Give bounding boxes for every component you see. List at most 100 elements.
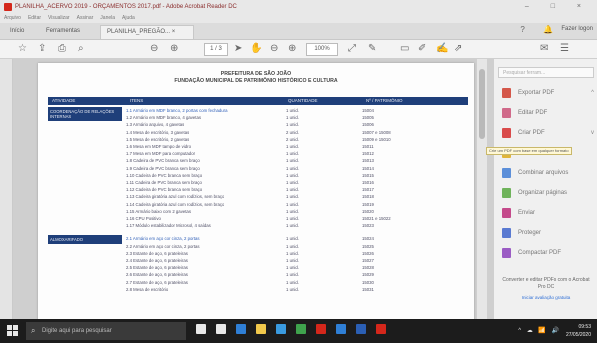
cell-quantity: 1 unid. bbox=[286, 165, 299, 171]
pdf-page: PREFEITURA DE SÃO JOÃO FUNDAÇÃO MUNICIPA… bbox=[38, 63, 474, 319]
document-title-1: PREFEITURA DE SÃO JOÃO bbox=[220, 71, 292, 77]
menu-item[interactable]: Visualizar bbox=[48, 15, 70, 21]
window-controls[interactable]: – □ × bbox=[525, 0, 591, 14]
menu-item[interactable]: Assinar bbox=[77, 15, 94, 21]
hand-icon[interactable]: ✋ bbox=[250, 42, 262, 56]
sign-icon[interactable]: ✍ bbox=[436, 42, 448, 56]
chrome-icon[interactable] bbox=[296, 324, 306, 334]
cell-quantity: 1 unid. bbox=[286, 187, 299, 193]
task-view-icon[interactable] bbox=[216, 324, 226, 334]
cell-quantity: 1 unid. bbox=[286, 122, 299, 128]
store-icon[interactable] bbox=[276, 324, 286, 334]
menu-item[interactable]: Editar bbox=[28, 15, 41, 21]
tab-home[interactable]: Início bbox=[4, 25, 30, 38]
cell-patrimony: 15009 e 15010 bbox=[362, 136, 391, 142]
cell-item: 2.5 Estante de aço, 6 prateleiras bbox=[126, 265, 188, 271]
help-notification-icons[interactable]: ? 🔔 bbox=[520, 25, 561, 34]
system-tray[interactable]: ^ ☁ 📶 🔊 bbox=[518, 319, 561, 343]
menu-item[interactable]: Janela bbox=[100, 15, 115, 21]
compress-icon bbox=[502, 248, 511, 258]
pen-icon[interactable]: ✐ bbox=[418, 42, 426, 56]
zoom-out-icon[interactable]: ⊖ bbox=[150, 42, 158, 56]
cell-quantity: 1 unid. bbox=[286, 208, 299, 214]
tool-export-pdf[interactable]: Exportar PDF ^ bbox=[502, 87, 596, 101]
left-nav-strip[interactable] bbox=[0, 59, 13, 319]
table-row: 1.12 Cadeira de PVC branca sem braço 1 un… bbox=[126, 186, 468, 193]
zoom-field[interactable]: 100% bbox=[306, 43, 338, 56]
cell-item: 1.14 Cadeira giratória azul com rodízios… bbox=[126, 201, 225, 207]
cell-patrimony: 15004 bbox=[362, 108, 374, 113]
table-row: 1.5 Mesa de escritório, 2 gavetas 2 unid.… bbox=[126, 136, 468, 143]
star-icon[interactable]: ☆ bbox=[18, 42, 27, 56]
cell-patrimony: 15011 bbox=[362, 144, 374, 149]
mail-icon[interactable] bbox=[336, 324, 346, 334]
tool-edit-pdf[interactable]: Editar PDF bbox=[502, 107, 596, 121]
tab-tools[interactable]: Ferramentas bbox=[40, 25, 86, 38]
organize-icon bbox=[502, 188, 511, 198]
cell-item: 2.4 Estante de aço, 6 prateleiras bbox=[126, 258, 188, 263]
table-row: 1.14 Cadeira giratória azul com rodízios… bbox=[126, 201, 468, 208]
minus-icon[interactable]: ⊖ bbox=[270, 42, 278, 56]
fit-icon[interactable]: ⤢ bbox=[348, 42, 356, 56]
tool-protect[interactable]: Proteger bbox=[502, 227, 596, 241]
document-area: PREFEITURA DE SÃO JOÃO FUNDAÇÃO MUNICIPA… bbox=[0, 59, 493, 319]
page-number-field[interactable]: 1 / 3 bbox=[204, 43, 228, 56]
cortana-icon[interactable] bbox=[196, 324, 206, 334]
cell-patrimony: 15005 bbox=[362, 115, 374, 121]
chevron-icon[interactable]: ^ bbox=[591, 87, 594, 99]
menu-item[interactable]: Arquivo bbox=[4, 15, 21, 21]
share-icon[interactable]: ⇗ bbox=[454, 42, 462, 56]
panel-icon[interactable]: ☰ bbox=[560, 42, 569, 56]
cell-quantity: 1 unid. bbox=[286, 258, 299, 263]
table-row: 1.11 Cadeira de PVC branca sem braço 1 un… bbox=[126, 179, 468, 186]
word-icon[interactable] bbox=[356, 324, 366, 334]
plus-icon[interactable]: ⊕ bbox=[288, 42, 296, 56]
cell-patrimony: 15021 e 15022 bbox=[362, 216, 391, 221]
pointer-icon[interactable]: ➤ bbox=[234, 42, 242, 56]
print-icon[interactable]: ⎙ bbox=[58, 42, 66, 56]
cell-item: 2.6 Estante de aço, 6 prateleiras bbox=[126, 272, 188, 278]
windows-taskbar: ⌕ Digite aqui para pesquisar ^ ☁ 📶 🔊 09:… bbox=[0, 319, 597, 343]
edge-icon[interactable] bbox=[236, 324, 246, 334]
menu-item[interactable]: Ajuda bbox=[122, 15, 135, 21]
tool-organize[interactable]: Organizar páginas bbox=[502, 187, 596, 201]
pdf-icon[interactable] bbox=[376, 324, 386, 334]
cell-patrimony: 15030 bbox=[362, 279, 374, 285]
cell-item: 2.2 Armário em aço cor cinza, 2 portas bbox=[126, 243, 200, 249]
chevron-icon[interactable]: v bbox=[591, 127, 594, 139]
search-icon[interactable]: ⌕ bbox=[78, 42, 84, 56]
tool-combine[interactable]: Combinar arquivos bbox=[502, 167, 596, 181]
comment-bubble-icon[interactable]: ▭ bbox=[400, 42, 409, 56]
tool-create-pdf[interactable]: Criar PDF v bbox=[502, 127, 596, 141]
explorer-icon[interactable] bbox=[256, 324, 266, 334]
combine-icon bbox=[502, 168, 511, 178]
comment-icon[interactable]: ✎ bbox=[368, 42, 376, 56]
table-row: 1.15 Armário baixo com 2 gavetas 1 unid. 1… bbox=[126, 208, 468, 215]
cell-item: 1.12 Cadeira de PVC branca sem braço bbox=[126, 187, 203, 193]
tools-search-input[interactable]: Pesquisar ferram... bbox=[498, 67, 594, 78]
tool-send[interactable]: Enviar bbox=[502, 207, 596, 221]
table-row: 2.3 Estante de aço, 6 prateleiras 1 unid.… bbox=[126, 250, 468, 257]
promo-link[interactable]: Iniciar avaliação gratuita bbox=[500, 295, 592, 300]
acrobat-icon[interactable] bbox=[316, 324, 326, 334]
windows-start-icon[interactable] bbox=[7, 325, 18, 336]
tab-bar: Início Ferramentas PLANILHA_PREGÃO... × … bbox=[0, 23, 597, 40]
scrollbar-thumb[interactable] bbox=[479, 69, 485, 139]
tool-compress[interactable]: Compactar PDF bbox=[502, 247, 596, 261]
taskbar-search[interactable]: ⌕ Digite aqui para pesquisar bbox=[26, 322, 186, 340]
cell-patrimony: 15017 bbox=[362, 187, 374, 193]
clock[interactable]: 09:53 27/05/2020 bbox=[566, 323, 591, 339]
zoom-in-icon[interactable]: ⊕ bbox=[170, 42, 178, 56]
upload-icon[interactable]: ⇪ bbox=[38, 42, 46, 56]
vertical-scrollbar[interactable] bbox=[477, 59, 487, 319]
tools-icon[interactable]: ✉ bbox=[540, 42, 548, 56]
tool-label: Editar PDF bbox=[518, 110, 548, 116]
cell-patrimony: 15016 bbox=[362, 180, 374, 185]
login-button[interactable]: Fazer logon bbox=[561, 26, 593, 32]
cell-quantity: 1 unid. bbox=[286, 286, 299, 292]
tab-document[interactable]: PLANILHA_PREGÃO... × bbox=[100, 25, 194, 39]
cell-item: 2.3 Estante de aço, 6 prateleiras bbox=[126, 250, 188, 256]
table-row: 1.8 Cadeira de PVC branca sem braço 1 uni… bbox=[126, 157, 468, 164]
header-items: ITENS bbox=[130, 98, 144, 103]
cell-quantity: 1 unid. bbox=[286, 201, 299, 207]
